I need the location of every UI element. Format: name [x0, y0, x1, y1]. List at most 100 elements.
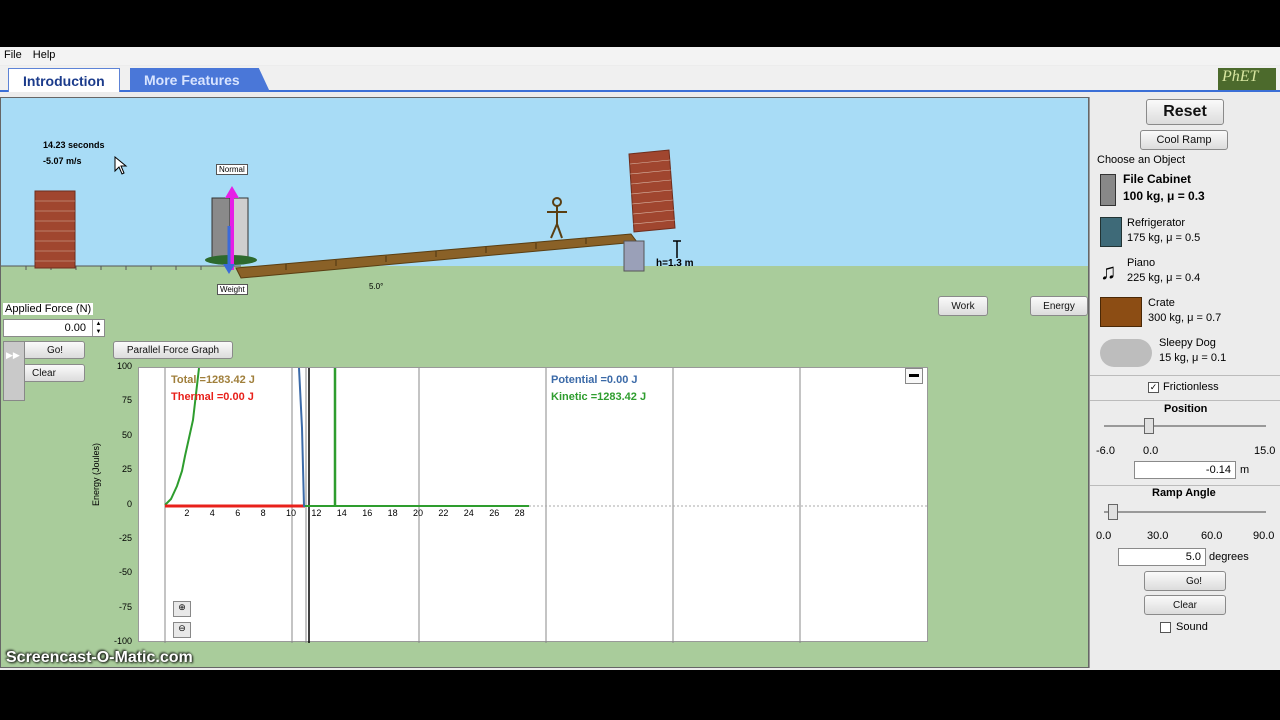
zoom-out-icon[interactable]: ⊖: [173, 622, 191, 638]
applied-go-label: Go!: [46, 345, 64, 356]
y-tick-label: 25: [121, 464, 132, 475]
y-tick-label: -75: [118, 601, 132, 612]
applied-force-input[interactable]: 0.00: [3, 319, 105, 337]
applied-clear-label: Clear: [32, 368, 56, 379]
file-cabinet-icon: [1100, 174, 1116, 206]
x-tick-label: 28: [514, 508, 525, 518]
sound-checkbox[interactable]: [1160, 622, 1171, 633]
divider: [1090, 485, 1280, 486]
ramp-angle-tick: 90.0: [1253, 530, 1275, 542]
x-tick-label: 22: [438, 508, 449, 518]
object-name: Sleepy Dog: [1159, 337, 1216, 349]
divider: [1090, 375, 1280, 376]
applied-force-spinner[interactable]: ▲ ▼: [92, 320, 104, 336]
position-slider-track[interactable]: [1104, 425, 1266, 427]
x-tick-label: 6: [235, 508, 241, 518]
object-spec: 15 kg, μ = 0.1: [1159, 352, 1227, 364]
menu-file[interactable]: File: [0, 47, 26, 61]
legend-kinetic: Kinetic =1283.42 J: [551, 391, 647, 403]
ramp-angle-label: 5.0°: [369, 282, 384, 291]
zoom-in-icon[interactable]: ⊕: [173, 601, 191, 617]
piano-icon: ♫: [1100, 259, 1117, 284]
fast-forward-icon[interactable]: ▶▶: [4, 342, 24, 369]
y-tick-label: -50: [118, 567, 132, 578]
cool-ramp-button[interactable]: Cool Ramp: [1140, 130, 1228, 150]
x-tick-label: 14: [336, 508, 347, 518]
work-button[interactable]: Work: [938, 296, 988, 316]
x-tick-label: 4: [209, 508, 215, 518]
graph-y-axis-label: Energy (Joules): [91, 442, 101, 506]
y-tick-label: -25: [118, 533, 132, 543]
object-spec: 300 kg, μ = 0.7: [1148, 312, 1222, 324]
frictionless-label: Frictionless: [1163, 381, 1219, 393]
controls-clear-button[interactable]: Clear: [1144, 595, 1226, 615]
x-tick-label: 8: [260, 508, 266, 518]
ramp-angle-control-label: Ramp Angle: [1152, 487, 1216, 499]
choose-object-label: Choose an Object: [1097, 154, 1186, 166]
legend-total: Total =1283.42 J: [171, 374, 255, 386]
position-unit: m: [1240, 464, 1250, 476]
object-spec: 100 kg, μ = 0.3: [1123, 189, 1205, 203]
ramp-angle-tick: 0.0: [1096, 530, 1112, 542]
tab-more-features[interactable]: More Features: [130, 68, 270, 92]
y-tick-label: 50: [121, 429, 132, 440]
y-tick-label: -100: [113, 636, 132, 647]
play-area: 14.23 seconds -5.07 m/s Normal Weight 5.…: [0, 97, 1089, 668]
controls-go-label: Go!: [1185, 576, 1203, 587]
control-panel: Reset Cool Ramp Choose an Object File Ca…: [1089, 97, 1280, 668]
applied-force-label: Applied Force (N): [3, 303, 94, 315]
x-tick-label: 18: [387, 508, 398, 518]
dog-icon: [1100, 339, 1152, 367]
y-tick-label: 100: [116, 361, 132, 371]
ramp-angle-unit: degrees: [1209, 551, 1249, 563]
phet-logo: PhET: [1218, 68, 1276, 90]
minimize-graph-button[interactable]: ▬: [905, 368, 923, 384]
x-tick-label: 2: [184, 508, 190, 518]
object-name: Piano: [1127, 257, 1156, 269]
frictionless-checkbox[interactable]: ✓: [1148, 382, 1159, 393]
ramp-height-label: h=1.3 m: [656, 258, 694, 269]
parallel-force-graph-button[interactable]: Parallel Force Graph: [113, 341, 233, 359]
ramp-angle-slider-thumb[interactable]: [1108, 504, 1118, 520]
energy-graph-svg: [164, 368, 929, 643]
object-name: Crate: [1148, 297, 1175, 309]
object-name: File Cabinet: [1123, 172, 1192, 186]
x-tick-label: 20: [413, 508, 424, 518]
weight-force-label: Weight: [217, 284, 248, 295]
x-tick-label: 24: [463, 508, 474, 518]
phet-ramp-app: File Help Introduction More Features PhE…: [0, 47, 1280, 670]
y-tick-label: 0: [126, 498, 132, 509]
legend-thermal: Thermal =0.00 J: [171, 391, 254, 403]
energy-button[interactable]: Energy: [1030, 296, 1088, 316]
scene-svg: [1, 149, 681, 279]
position-input[interactable]: -0.14: [1134, 461, 1236, 479]
y-tick-label: 75: [121, 395, 132, 406]
screencast-watermark: Screencast-O-Matic.com: [6, 649, 193, 666]
x-tick-label: 16: [362, 508, 373, 518]
menu-bar: File Help: [0, 47, 1280, 65]
sound-label: Sound: [1176, 621, 1208, 633]
reset-button[interactable]: Reset: [1146, 99, 1224, 125]
x-tick-label: 26: [489, 508, 500, 518]
position-min: -6.0: [1096, 445, 1115, 457]
tab-bar: Introduction More Features PhET: [0, 66, 1280, 92]
position-slider-thumb[interactable]: [1144, 418, 1155, 434]
tab-introduction[interactable]: Introduction: [8, 68, 120, 92]
divider: [1090, 400, 1280, 401]
crate-icon: [1100, 297, 1142, 327]
controls-go-button[interactable]: Go!: [1144, 571, 1226, 591]
x-tick-label: 12: [311, 508, 322, 518]
energy-graph: Total =1283.42 J Thermal =0.00 J Potenti…: [138, 367, 929, 643]
object-spec: 175 kg, μ = 0.5: [1127, 232, 1201, 244]
menu-help[interactable]: Help: [29, 47, 60, 61]
legend-potential: Potential =0.00 J: [551, 374, 638, 386]
ramp-angle-tick: 60.0: [1201, 530, 1223, 542]
position-label: Position: [1164, 403, 1208, 415]
x-tick-label: 10: [286, 508, 297, 518]
ramp-angle-input[interactable]: 5.0: [1118, 548, 1206, 566]
ramp-angle-tick: 30.0: [1147, 530, 1169, 542]
refrigerator-icon: [1100, 217, 1122, 247]
position-max: 15.0: [1254, 445, 1276, 457]
playback-controls[interactable]: ▶▶: [3, 341, 25, 401]
ramp-angle-slider-track[interactable]: [1104, 511, 1266, 513]
